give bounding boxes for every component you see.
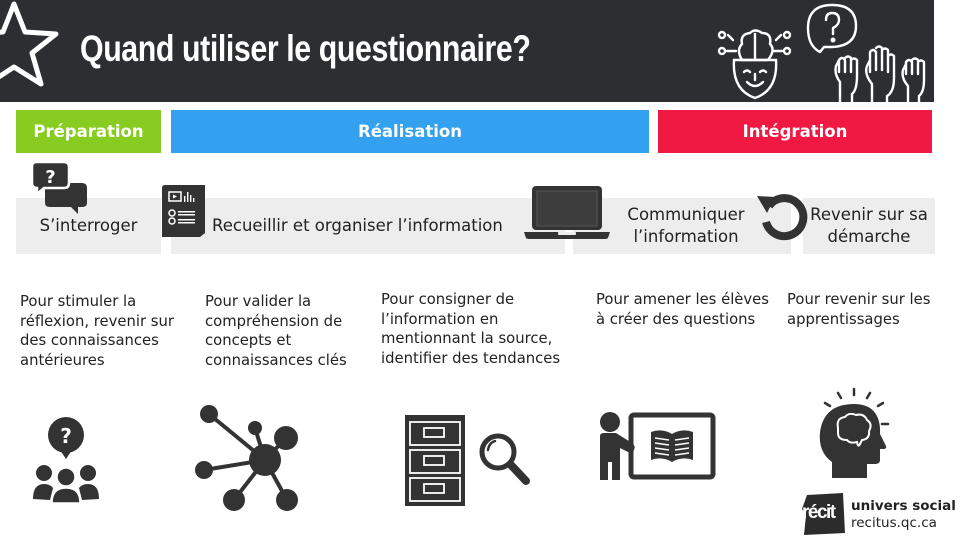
phase-preparation-label: Préparation [33, 122, 144, 141]
phase-integration-label: Intégration [742, 122, 848, 141]
logo-name: univers social [851, 498, 956, 514]
raised-hands-icon [834, 45, 926, 102]
open-head-brain-icon [717, 29, 792, 100]
svg-text:?: ? [45, 167, 55, 188]
question-speech-bubble-icon [806, 3, 858, 54]
svg-text:?: ? [60, 424, 72, 448]
step-label: Communiquer l’information [627, 205, 745, 246]
step-revenir: Revenir sur sa démarche [803, 198, 935, 254]
phase-preparation: Préparation [16, 110, 161, 153]
recit-logo-text: récit [802, 502, 836, 523]
circular-arrow-icon [757, 194, 808, 241]
logo-url-link[interactable]: recitus.qc.ca [851, 515, 937, 531]
group-question-icon: ? [33, 417, 99, 504]
phase-integration: Intégration [658, 110, 932, 153]
teacher-board-book-icon [600, 412, 716, 480]
question-chat-bubbles-icon: ? [30, 161, 87, 214]
description-4: Pour amener les élèves à créer des quest… [596, 291, 769, 328]
network-nodes-icon [195, 405, 298, 511]
head-brain-idea-icon [819, 387, 890, 478]
report-document-icon [162, 185, 205, 237]
step-label: S’interroger [39, 216, 138, 235]
header-banner: Quand utiliser le questionnaire? [0, 0, 934, 102]
description-2: Pour valider la compréhension de concept… [205, 293, 347, 369]
step-label: Revenir sur sa démarche [810, 205, 928, 246]
star-outline-icon [0, 1, 59, 87]
step-recueillir: Recueillir et organiser l’information [171, 198, 565, 254]
file-cabinet-search-icon [405, 415, 530, 506]
phase-realisation: Réalisation [171, 110, 649, 153]
description-1: Pour stimuler la réflexion, revenir sur … [20, 293, 174, 369]
phase-realisation-label: Réalisation [358, 122, 462, 141]
header-illustration [717, 3, 926, 102]
description-5: Pour revenir sur les apprentissages [787, 291, 931, 328]
description-3: Pour consigner de l’information en menti… [381, 291, 561, 367]
laptop-icon [524, 186, 610, 239]
page-title: Quand utiliser le questionnaire? [80, 28, 531, 69]
recit-logo[interactable]: récit univers social recitus.qc.ca [801, 493, 956, 535]
step-label: Recueillir et organiser l’information [212, 216, 503, 235]
